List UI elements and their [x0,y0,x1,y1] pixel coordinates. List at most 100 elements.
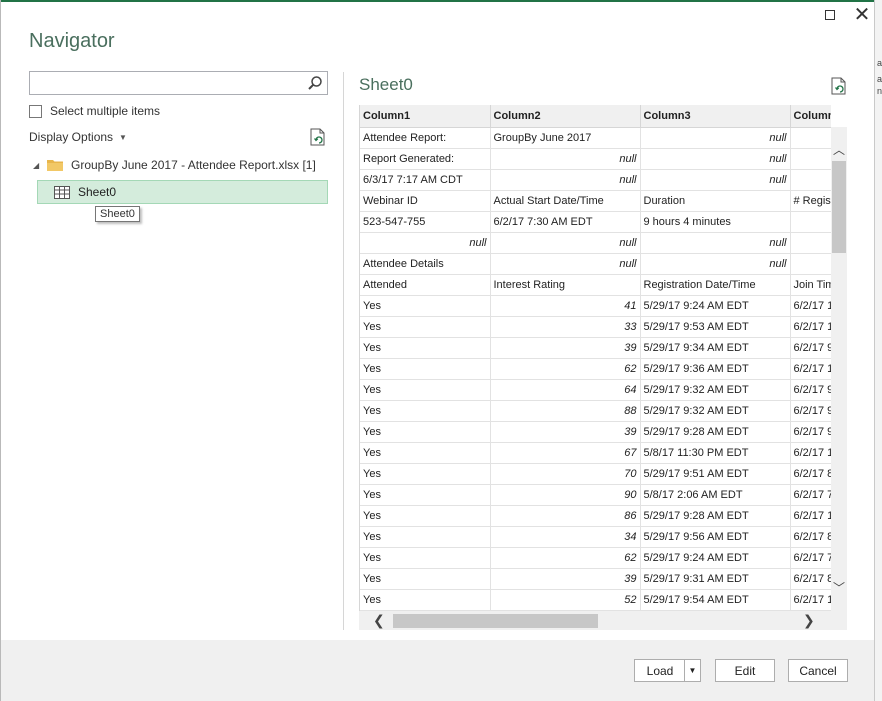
strip-char: a [877,74,882,84]
table-cell: null [640,169,791,191]
search-field[interactable] [29,71,328,95]
search-input[interactable] [30,72,300,94]
table-cell [790,148,831,170]
table-row: Yes 86 5/29/17 9:28 AM EDT 6/2/17 1 [360,505,831,527]
table-cell: Yes [360,379,491,401]
table-cell: 5/29/17 9:32 AM EDT [640,379,791,401]
table-row: Yes 39 5/29/17 9:28 AM EDT 6/2/17 9 [360,421,831,443]
table-cell: Yes [360,589,491,611]
chevron-left-icon[interactable]: ❮ [373,612,385,629]
table-cell: Yes [360,421,491,443]
preview-title: Sheet0 [359,75,413,94]
table-row: Webinar ID Actual Start Date/Time Duration… [360,190,831,212]
strip-char: a [877,58,882,68]
table-row: Yes 41 5/29/17 9:24 AM EDT 6/2/17 1 [360,295,831,317]
table-cell: 6/2/17 7:30 AM EDT [490,211,641,233]
table-cell: 39 [490,568,641,590]
table-row: Yes 39 5/29/17 9:34 AM EDT 6/2/17 9 [360,337,831,359]
table-cell: 6/2/17 7 [790,484,831,506]
table-row: Yes 67 5/8/17 11:30 PM EDT 6/2/17 1 [360,442,831,464]
column-header[interactable]: Column4 [790,105,831,128]
table-row: Attendee Report: GroupBy June 2017 null [360,127,831,149]
table-row: Yes 70 5/29/17 9:51 AM EDT 6/2/17 8 [360,463,831,485]
table-cell: Yes [360,400,491,422]
table-cell: 523-547-755 [360,211,491,233]
table-cell [790,127,831,149]
table-cell: 5/29/17 9:24 AM EDT [640,547,791,569]
edit-button[interactable]: Edit [715,659,775,682]
table-cell: 62 [490,358,641,380]
tree-item-workbook[interactable]: ◢ GroupBy June 2017 - Attendee Report.xl… [33,158,316,172]
table-row: null null null [360,232,831,254]
table-cell: 6/2/17 1 [790,358,831,380]
tree-collapse-icon[interactable]: ◢ [33,161,45,170]
table-cell: null [640,127,791,149]
table-cell: Attended [360,274,491,296]
table-cell: 6/2/17 7 [790,547,831,569]
table-cell: Registration Date/Time [640,274,791,296]
table-cell: 39 [490,421,641,443]
column-header[interactable]: Column3 [640,105,791,128]
table-cell: null [640,253,791,275]
cancel-button[interactable]: Cancel [788,659,848,682]
table-cell: Yes [360,547,491,569]
table-row: 523-547-755 6/2/17 7:30 AM EDT 9 hours 4 m… [360,211,831,233]
table-cell [790,169,831,191]
horizontal-scrollbar[interactable]: ❮ ❯ [359,611,847,630]
table-cell: Webinar ID [360,190,491,212]
chevron-right-icon[interactable]: ❯ [803,612,815,629]
column-header[interactable]: Column1 [360,105,491,128]
table-cell: 5/29/17 9:28 AM EDT [640,421,791,443]
chevron-up-icon[interactable]: ︿ [833,141,845,158]
load-options-button[interactable]: ▼ [684,659,701,682]
table-cell: null [490,253,641,275]
table-cell: Yes [360,316,491,338]
table-cell: Yes [360,463,491,485]
table-cell: Yes [360,442,491,464]
table-cell: 6/2/17 9 [790,379,831,401]
chevron-down-icon: ▼ [688,666,697,675]
table-cell [790,253,831,275]
table-cell: null [490,148,641,170]
close-button[interactable]: ✕ [850,4,874,26]
table-cell: 6/2/17 1 [790,295,831,317]
search-icon[interactable] [307,75,323,91]
chevron-down-icon[interactable]: ﹀ [833,579,845,596]
table-cell: Attendee Report: [360,127,491,149]
maximize-icon [825,10,835,20]
table-cell: 5/29/17 9:24 AM EDT [640,295,791,317]
table-row: Yes 33 5/29/17 9:53 AM EDT 6/2/17 1 [360,316,831,338]
preview-table-container: Column1 Column2 Column3 Column4 Attendee… [359,105,831,611]
horizontal-scroll-thumb[interactable] [393,614,598,628]
column-header[interactable]: Column2 [490,105,641,128]
maximize-button[interactable] [818,4,842,26]
table-row: Yes 52 5/29/17 9:54 AM EDT 6/2/17 1 [360,589,831,611]
folder-icon [47,160,63,171]
table-cell: 6/2/17 1 [790,316,831,338]
document-refresh-icon[interactable] [831,77,847,95]
vertical-scroll-thumb[interactable] [832,161,846,253]
vertical-scrollbar[interactable]: ︿ ﹀ [831,127,847,611]
panel-splitter[interactable] [343,72,344,630]
table-cell: 5/8/17 2:06 AM EDT [640,484,791,506]
table-cell: 5/8/17 11:30 PM EDT [640,442,791,464]
select-multiple-option[interactable]: Select multiple items [29,104,160,118]
table-cell: 90 [490,484,641,506]
tree-item-sheet0[interactable]: Sheet0 [37,180,328,204]
table-cell: 5/29/17 9:53 AM EDT [640,316,791,338]
select-multiple-checkbox[interactable] [29,104,42,118]
preview-table: Column1 Column2 Column3 Column4 Attendee… [360,105,831,611]
table-row: Yes 90 5/8/17 2:06 AM EDT 6/2/17 7 [360,484,831,506]
table-cell: 34 [490,526,641,548]
table-row: Yes 64 5/29/17 9:32 AM EDT 6/2/17 9 [360,379,831,401]
table-row: Yes 39 5/29/17 9:31 AM EDT 6/2/17 8 [360,568,831,590]
display-options-dropdown[interactable]: Display Options ▼ [29,130,127,144]
table-cell: Yes [360,295,491,317]
table-header-row: Column1 Column2 Column3 Column4 [360,105,831,128]
table-cell [790,232,831,254]
table-cell: Yes [360,568,491,590]
load-button[interactable]: Load [634,659,685,682]
document-refresh-icon[interactable] [310,128,326,146]
table-cell: 33 [490,316,641,338]
table-body: Attendee Report: GroupBy June 2017 null Rep… [360,127,831,611]
